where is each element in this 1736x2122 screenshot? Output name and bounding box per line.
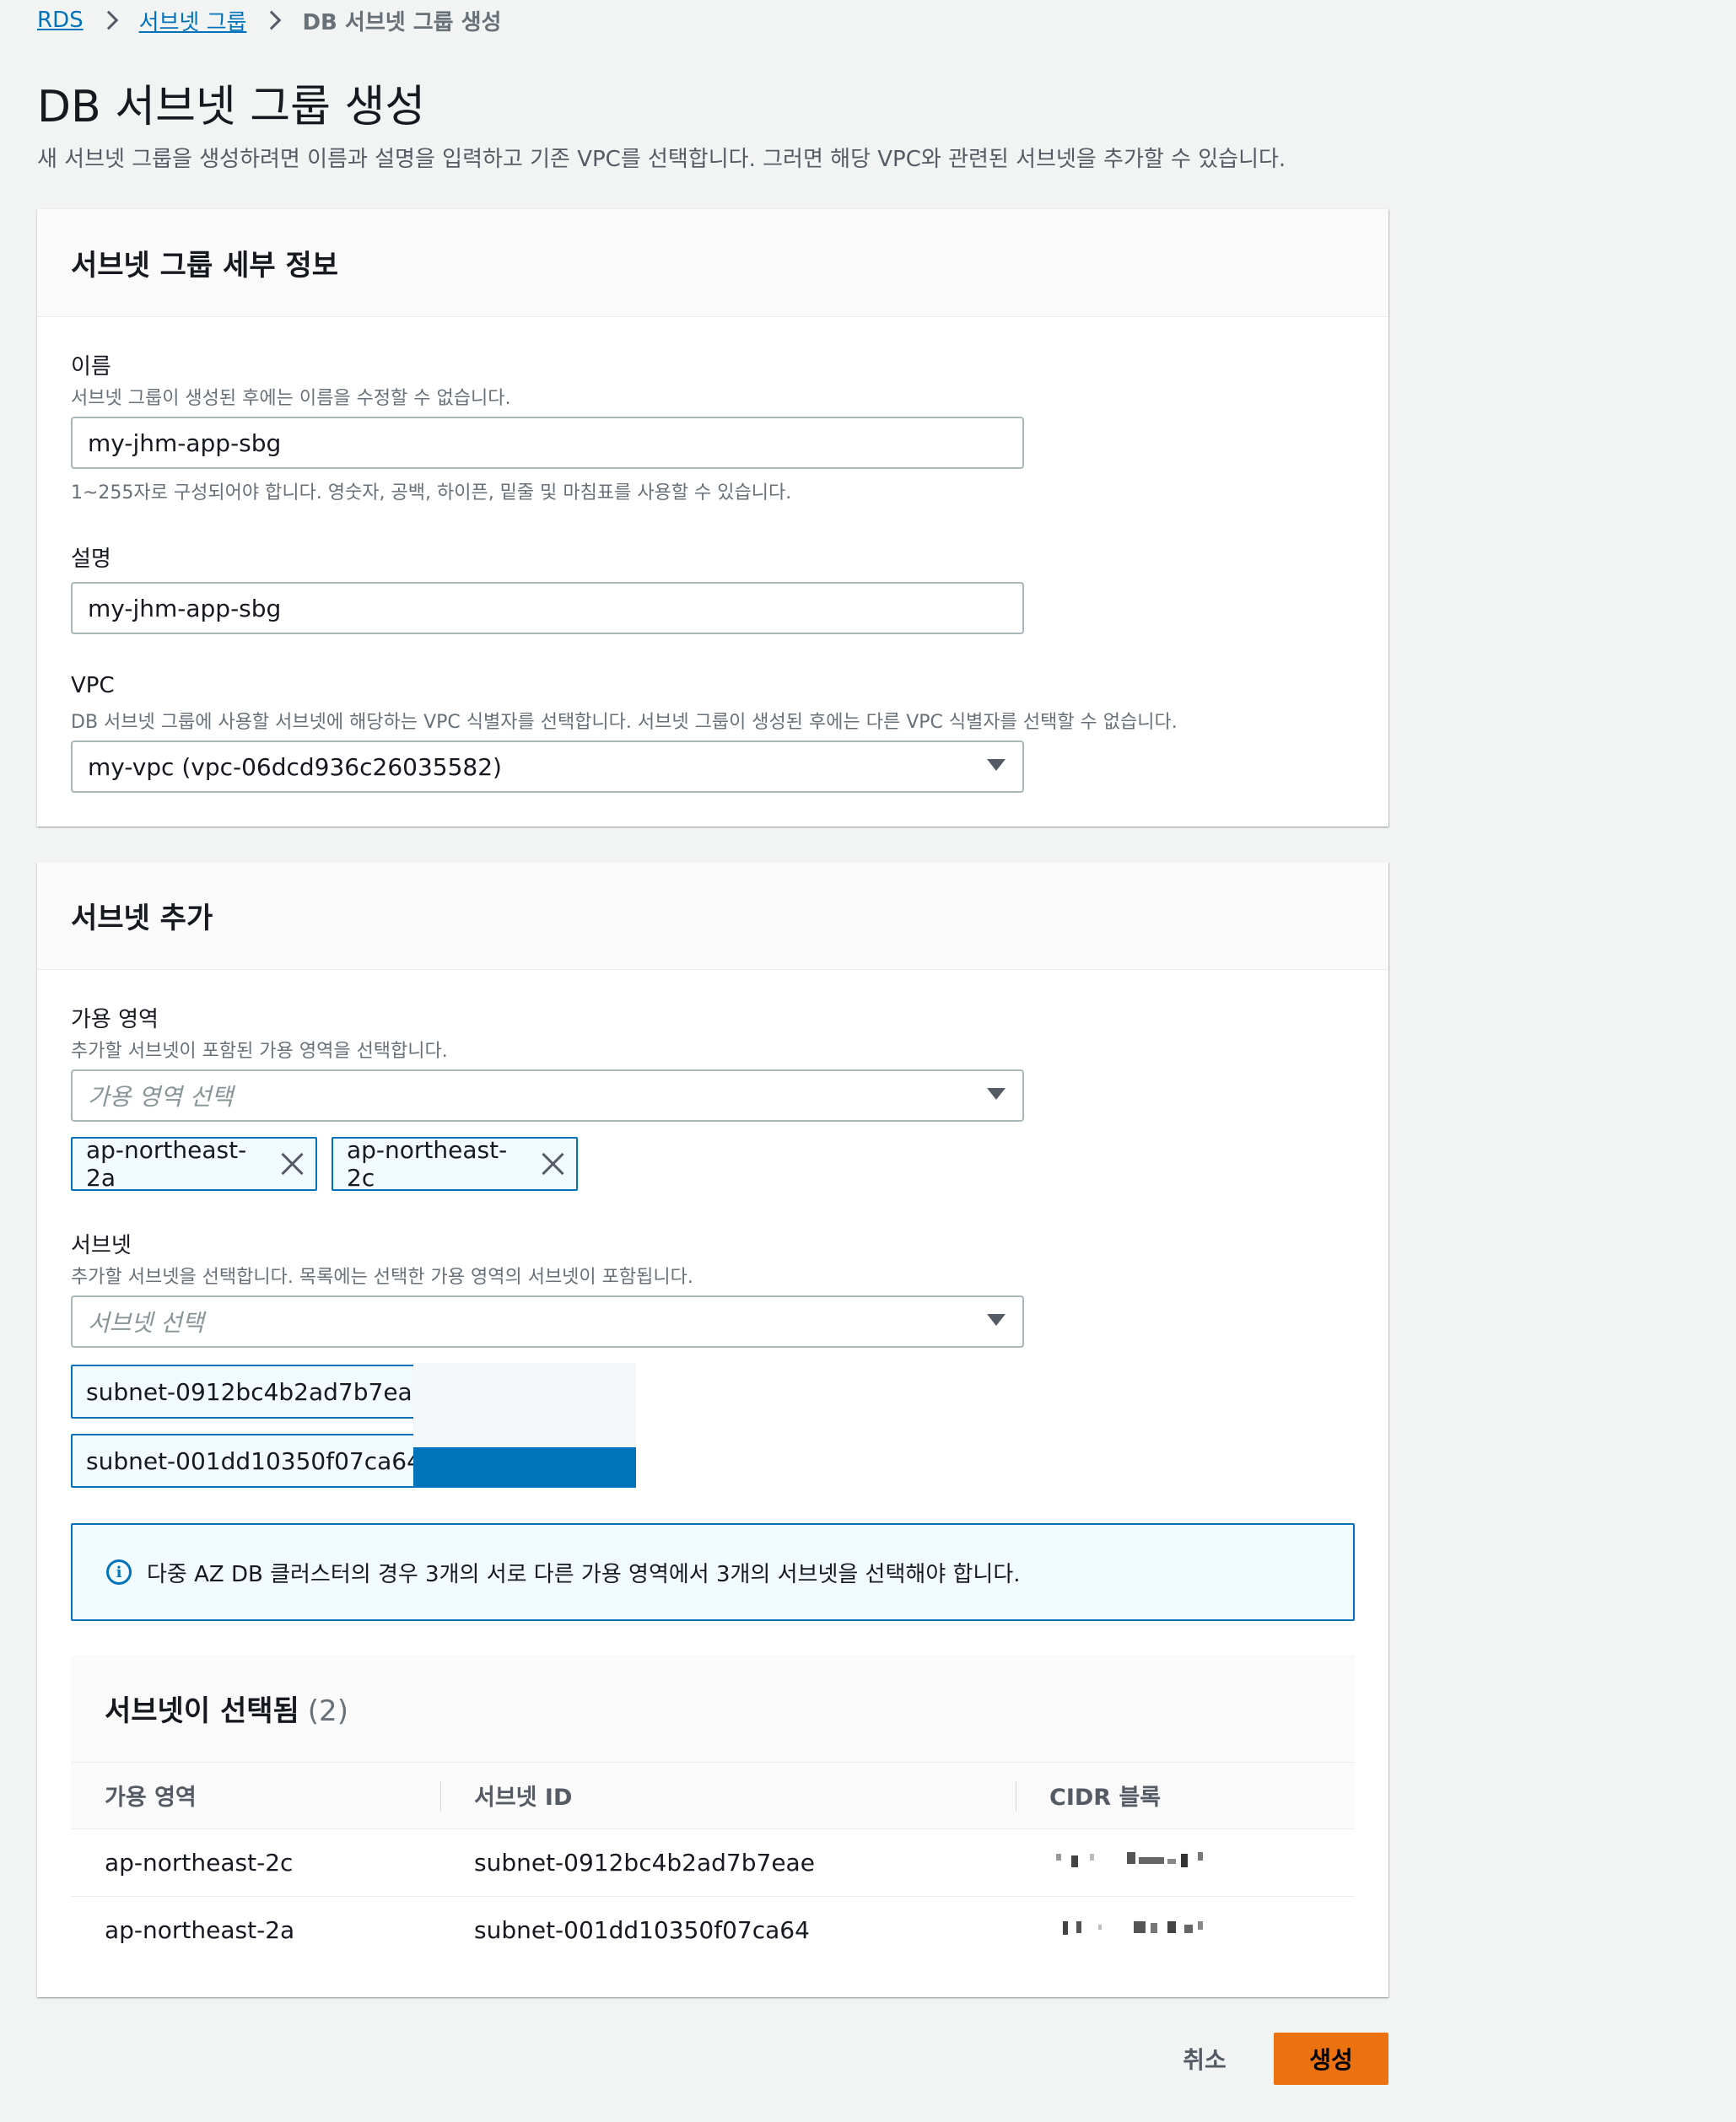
column-header-cidr[interactable]: CIDR 블록: [1016, 1763, 1355, 1829]
subnet-token-label: subnet-001dd10350f07ca64 (: [86, 1446, 439, 1475]
az-token-label: ap-northeast-2c: [347, 1136, 508, 1192]
vpc-select[interactable]: my-vpc (vpc-06dcd936c26035582): [71, 741, 1024, 793]
chevron-right-icon: [262, 10, 282, 30]
breadcrumb-subnet-groups-link[interactable]: 서브넷 그룹: [139, 5, 247, 36]
description-label: 설명: [71, 547, 111, 572]
subnet-placeholder: 서브넷 선택: [88, 1309, 204, 1337]
subnet-description: 추가할 서브넷을 선택합니다. 목록에는 선택한 가용 영역의 서브넷이 포함됩…: [71, 1267, 693, 1288]
caret-down-icon: [987, 759, 1005, 771]
column-header-az[interactable]: 가용 영역: [71, 1763, 440, 1829]
az-placeholder: 가용 영역 선택: [88, 1083, 234, 1111]
vpc-select-value: my-vpc (vpc-06dcd936c26035582): [88, 752, 502, 781]
caret-down-icon: [987, 1314, 1005, 1326]
info-alert: i 다중 AZ DB 클러스터의 경우 3개의 서로 다른 가용 영역에서 3개…: [71, 1523, 1355, 1621]
selected-subnets-title-text: 서브넷이 선택됨: [105, 1694, 299, 1728]
caret-down-icon: [987, 1088, 1005, 1100]
subnet-group-details-panel: 서브넷 그룹 세부 정보 이름 서브넷 그룹이 생성된 후에는 이름을 수정할 …: [37, 209, 1388, 827]
close-icon[interactable]: [541, 1152, 563, 1176]
name-input-value: my-jhm-app-sbg: [88, 428, 282, 457]
subnet-label: 서브넷: [71, 1233, 132, 1258]
create-button[interactable]: 생성: [1274, 2033, 1388, 2085]
page-description: 새 서브넷 그룹을 생성하려면 이름과 설명을 입력하고 기존 VPC를 선택합…: [37, 147, 1286, 172]
az-token-2c: ap-northeast-2c: [332, 1136, 578, 1192]
selected-subnets-title: 서브넷이 선택됨 (2): [105, 1688, 348, 1729]
table-header-row: 가용 영역 서브넷 ID CIDR 블록: [71, 1763, 1355, 1829]
close-icon[interactable]: [280, 1152, 302, 1176]
panel-title: 서브넷 그룹 세부 정보: [71, 249, 339, 283]
info-icon: i: [106, 1559, 132, 1585]
selected-subnets-container: 서브넷이 선택됨 (2) 가용 영역 서브넷 ID CIDR 블록 ap-nort…: [71, 1655, 1355, 1963]
info-alert-text: 다중 AZ DB 클러스터의 경우 3개의 서로 다른 가용 영역에서 3개의 …: [147, 1561, 1021, 1587]
az-label: 가용 영역: [71, 1007, 159, 1032]
page: RDS 서브넷 그룹 DB 서브넷 그룹 생성 DB 서브넷 그룹 생성 새 서…: [0, 0, 1736, 2122]
name-constraint: 1~255자로 구성되어야 합니다. 영숫자, 공백, 하이픈, 밑줄 및 마침…: [71, 482, 792, 504]
vpc-description: DB 서브넷 그룹에 사용할 서브넷에 해당하는 VPC 식별자를 선택합니다.…: [71, 712, 1178, 733]
panel-header: 서브넷 그룹 세부 정보: [37, 209, 1388, 317]
redacted-cidr: [1056, 1851, 1203, 1867]
cell-az: ap-northeast-2c: [71, 1828, 440, 1897]
name-description: 서브넷 그룹이 생성된 후에는 이름을 수정할 수 없습니다.: [71, 388, 511, 409]
cell-cidr: [1016, 1828, 1355, 1897]
cell-cidr: [1016, 1896, 1355, 1963]
redacted-cidr: [1063, 1920, 1203, 1935]
breadcrumb-rds-link[interactable]: RDS: [37, 8, 84, 33]
cell-subnet-id: subnet-0912bc4b2ad7b7eae: [440, 1828, 1016, 1897]
az-token-2a: ap-northeast-2a: [71, 1136, 317, 1192]
az-description: 추가할 서브넷이 포함된 가용 영역을 선택합니다.: [71, 1041, 448, 1062]
table-row: ap-northeast-2a subnet-001dd10350f07ca64: [71, 1896, 1355, 1963]
chevron-right-icon: [99, 10, 118, 30]
breadcrumb-current: DB 서브넷 그룹 생성: [302, 9, 502, 35]
description-input-value: my-jhm-app-sbg: [88, 594, 282, 622]
table-row: ap-northeast-2c subnet-0912bc4b2ad7b7eae: [71, 1828, 1355, 1897]
subnet-token-label: subnet-0912bc4b2ad7b7eae (: [86, 1377, 444, 1406]
add-subnets-panel: 서브넷 추가 가용 영역 추가할 서브넷이 포함된 가용 영역을 선택합니다. …: [37, 862, 1388, 1997]
cell-az: ap-northeast-2a: [71, 1896, 440, 1963]
name-label: 이름: [71, 354, 111, 380]
breadcrumb: RDS 서브넷 그룹 DB 서브넷 그룹 생성: [37, 3, 501, 37]
description-input[interactable]: my-jhm-app-sbg: [71, 582, 1024, 634]
redaction-overlay: [413, 1447, 636, 1488]
panel-header: 서브넷 추가: [37, 862, 1388, 970]
vpc-label: VPC: [71, 673, 115, 698]
az-multiselect[interactable]: 가용 영역 선택: [71, 1069, 1024, 1122]
page-title: DB 서브넷 그룹 생성: [37, 82, 426, 132]
column-header-subnet-id[interactable]: 서브넷 ID: [440, 1763, 1016, 1829]
selected-subnets-header: 서브넷이 선택됨 (2): [71, 1655, 1355, 1763]
cancel-button[interactable]: 취소: [1171, 2033, 1238, 2085]
name-input[interactable]: my-jhm-app-sbg: [71, 417, 1024, 469]
az-token-label: ap-northeast-2a: [86, 1136, 247, 1192]
panel-title: 서브넷 추가: [71, 902, 213, 935]
subnet-multiselect[interactable]: 서브넷 선택: [71, 1295, 1024, 1348]
selected-subnets-table: 가용 영역 서브넷 ID CIDR 블록 ap-northeast-2c sub…: [71, 1763, 1355, 1963]
selected-subnets-count: (2): [307, 1694, 348, 1728]
cell-subnet-id: subnet-001dd10350f07ca64: [440, 1896, 1016, 1963]
